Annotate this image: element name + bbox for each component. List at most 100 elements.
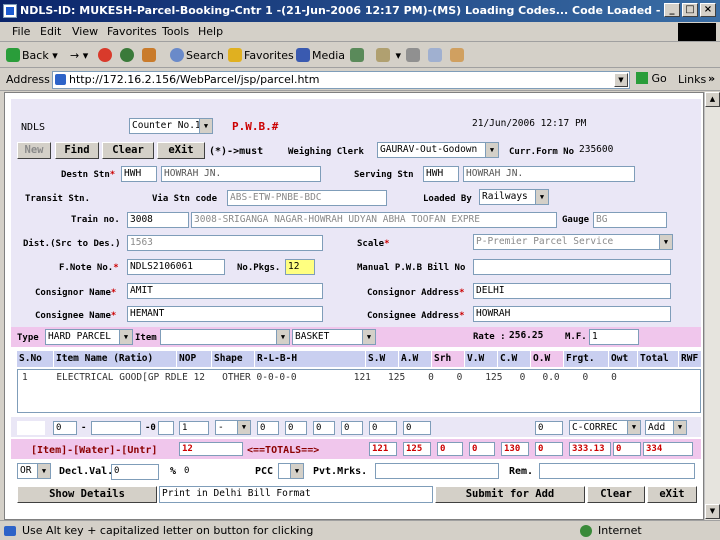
scale-select[interactable]: P-Premier Parcel Service ▼: [473, 234, 673, 250]
entry-field-1[interactable]: 0: [53, 421, 77, 435]
menu-edit[interactable]: Edit: [40, 25, 61, 38]
links-label[interactable]: Links: [678, 73, 706, 86]
entry-sw[interactable]: 0: [369, 421, 397, 435]
col-rwf: RWF: [679, 351, 701, 367]
vertical-scrollbar[interactable]: ▲ ▼: [704, 92, 720, 520]
via-input[interactable]: ABS-ETW-PNBE-BDC: [227, 190, 387, 206]
search-button[interactable]: Search: [170, 46, 224, 65]
menu-help[interactable]: Help: [198, 25, 223, 38]
manual-pwb-input[interactable]: [473, 259, 671, 275]
go-button[interactable]: Go: [636, 72, 667, 85]
bottom-clear-button[interactable]: Clear: [587, 486, 645, 503]
weighing-clerk-value: GAURAV-Out-Godown: [380, 144, 478, 155]
nopkgs-input[interactable]: 12: [285, 259, 315, 275]
forward-button[interactable]: → ▾: [70, 46, 88, 65]
destn-code-input[interactable]: HWH: [121, 166, 157, 182]
discuss-button[interactable]: [450, 46, 466, 65]
new-button[interactable]: New: [17, 142, 51, 159]
fnote-input[interactable]: NDLS2106061: [127, 259, 225, 275]
show-details-button[interactable]: Show Details: [17, 486, 157, 503]
home-button[interactable]: [142, 46, 158, 65]
col-vw: V.W: [465, 351, 497, 367]
print-format-value: Print in Delhi Bill Format: [162, 488, 311, 499]
stop-button[interactable]: [98, 46, 114, 65]
edit-page-button[interactable]: [428, 46, 444, 65]
print-format-select[interactable]: Print in Delhi Bill Format: [159, 486, 433, 503]
decl-input[interactable]: 0: [111, 464, 159, 480]
maximize-button[interactable]: □: [682, 3, 698, 17]
menu-tools[interactable]: Tools: [162, 25, 189, 38]
home-icon: [142, 48, 156, 62]
counter-select[interactable]: Counter No.1 ▼: [129, 118, 213, 134]
item-select[interactable]: ▼: [160, 329, 290, 345]
destn-label: Destn Stn*: [61, 170, 115, 180]
serving-name-input[interactable]: HOWRAH JN.: [463, 166, 635, 182]
entry-blank[interactable]: [17, 421, 45, 435]
totals-label: <==TOTALS==>: [247, 445, 320, 456]
loaded-by-select[interactable]: Railways ▼: [479, 189, 549, 205]
entry-extra[interactable]: 0: [341, 421, 363, 435]
minimize-button[interactable]: _: [664, 3, 680, 17]
clear-button[interactable]: Clear: [102, 142, 154, 159]
entry-aw[interactable]: 0: [403, 421, 431, 435]
entry-length[interactable]: 0: [257, 421, 279, 435]
scroll-down-icon[interactable]: ▼: [705, 504, 720, 519]
submit-button[interactable]: Submit for Add: [435, 486, 585, 503]
remarks-input[interactable]: [539, 463, 695, 479]
address-url: http://172.16.2.156/WebParcel/jsp/parcel…: [69, 73, 320, 86]
print-button[interactable]: [406, 46, 422, 65]
media-button[interactable]: Media: [296, 46, 345, 65]
close-button[interactable]: ×: [700, 3, 716, 17]
find-button[interactable]: Find: [55, 142, 99, 159]
gauge-input[interactable]: BG: [593, 212, 667, 228]
consignee-name-input[interactable]: HEMANT: [127, 306, 323, 322]
train-no-input[interactable]: 3008: [127, 212, 189, 228]
address-dropdown-icon[interactable]: ▼: [614, 73, 628, 87]
pvt-marks-input[interactable]: [375, 463, 499, 479]
dist-input[interactable]: 1563: [127, 235, 323, 251]
col-total: Total: [638, 351, 678, 367]
destn-name-input[interactable]: HOWRAH JN.: [161, 166, 321, 182]
consignee-addr-input[interactable]: HOWRAH: [473, 306, 671, 322]
table-row[interactable]: 1 ELECTRICAL GOOD[GP RDLE 12 OTHER 0-0-0…: [22, 372, 617, 383]
mf-input[interactable]: 1: [589, 329, 639, 345]
entry-shape-select[interactable]: - ▼: [215, 420, 251, 435]
history-icon: [350, 48, 364, 62]
consignor-addr-input[interactable]: DELHI: [473, 283, 671, 299]
menu-view[interactable]: View: [72, 25, 98, 38]
entry-breadth[interactable]: 0: [285, 421, 307, 435]
correction-select[interactable]: C-CORREC ▼: [569, 420, 641, 435]
correction-value: C-CORREC: [572, 422, 618, 433]
train-name-input[interactable]: 3008-SRIGANGA NAGAR-HOWRAH UDYAN ABHA TO…: [191, 212, 557, 228]
add-select[interactable]: Add ▼: [645, 420, 687, 435]
type-select[interactable]: HARD PARCEL ▼: [45, 329, 133, 345]
weighing-clerk-select[interactable]: GAURAV-Out-Godown ▼: [377, 142, 499, 158]
mail-button[interactable]: ▾: [376, 46, 401, 65]
or-select[interactable]: OR ▼: [17, 463, 51, 479]
bottom-exit-button[interactable]: eXit: [647, 486, 697, 503]
menu-favorites[interactable]: Favorites: [107, 25, 157, 38]
consignor-addr-label-text: Consignor Address: [367, 288, 460, 298]
pcc-select[interactable]: ▼: [278, 463, 304, 479]
packing-select[interactable]: BASKET ▼: [292, 329, 376, 345]
menu-file[interactable]: File: [12, 25, 30, 38]
entry-nop[interactable]: 1: [179, 421, 209, 435]
address-input[interactable]: http://172.16.2.156/WebParcel/jsp/parcel…: [52, 71, 630, 89]
history-button[interactable]: [350, 46, 366, 65]
items-table[interactable]: 1 ELECTRICAL GOOD[GP RDLE 12 OTHER 0-0-0…: [17, 369, 701, 413]
serving-code-input[interactable]: HWH: [423, 166, 459, 182]
entry-height[interactable]: 0: [313, 421, 335, 435]
scroll-up-icon[interactable]: ▲: [705, 92, 720, 107]
links-chevron-icon[interactable]: »: [708, 72, 715, 85]
pct-input[interactable]: 0: [181, 464, 233, 480]
entry-ow[interactable]: 0: [535, 421, 563, 435]
consignor-name-input[interactable]: AMIT: [127, 283, 323, 299]
favorites-button[interactable]: Favorites: [228, 46, 294, 65]
refresh-button[interactable]: [120, 46, 136, 65]
back-button[interactable]: Back ▾: [6, 46, 58, 65]
item-water-label: [Item]-[Water]-[Untr]: [31, 445, 158, 456]
exit-button[interactable]: eXit: [157, 142, 205, 159]
entry-field-3[interactable]: [158, 421, 174, 435]
entry-dash-2: -0: [145, 423, 156, 433]
entry-field-2[interactable]: [91, 421, 141, 435]
